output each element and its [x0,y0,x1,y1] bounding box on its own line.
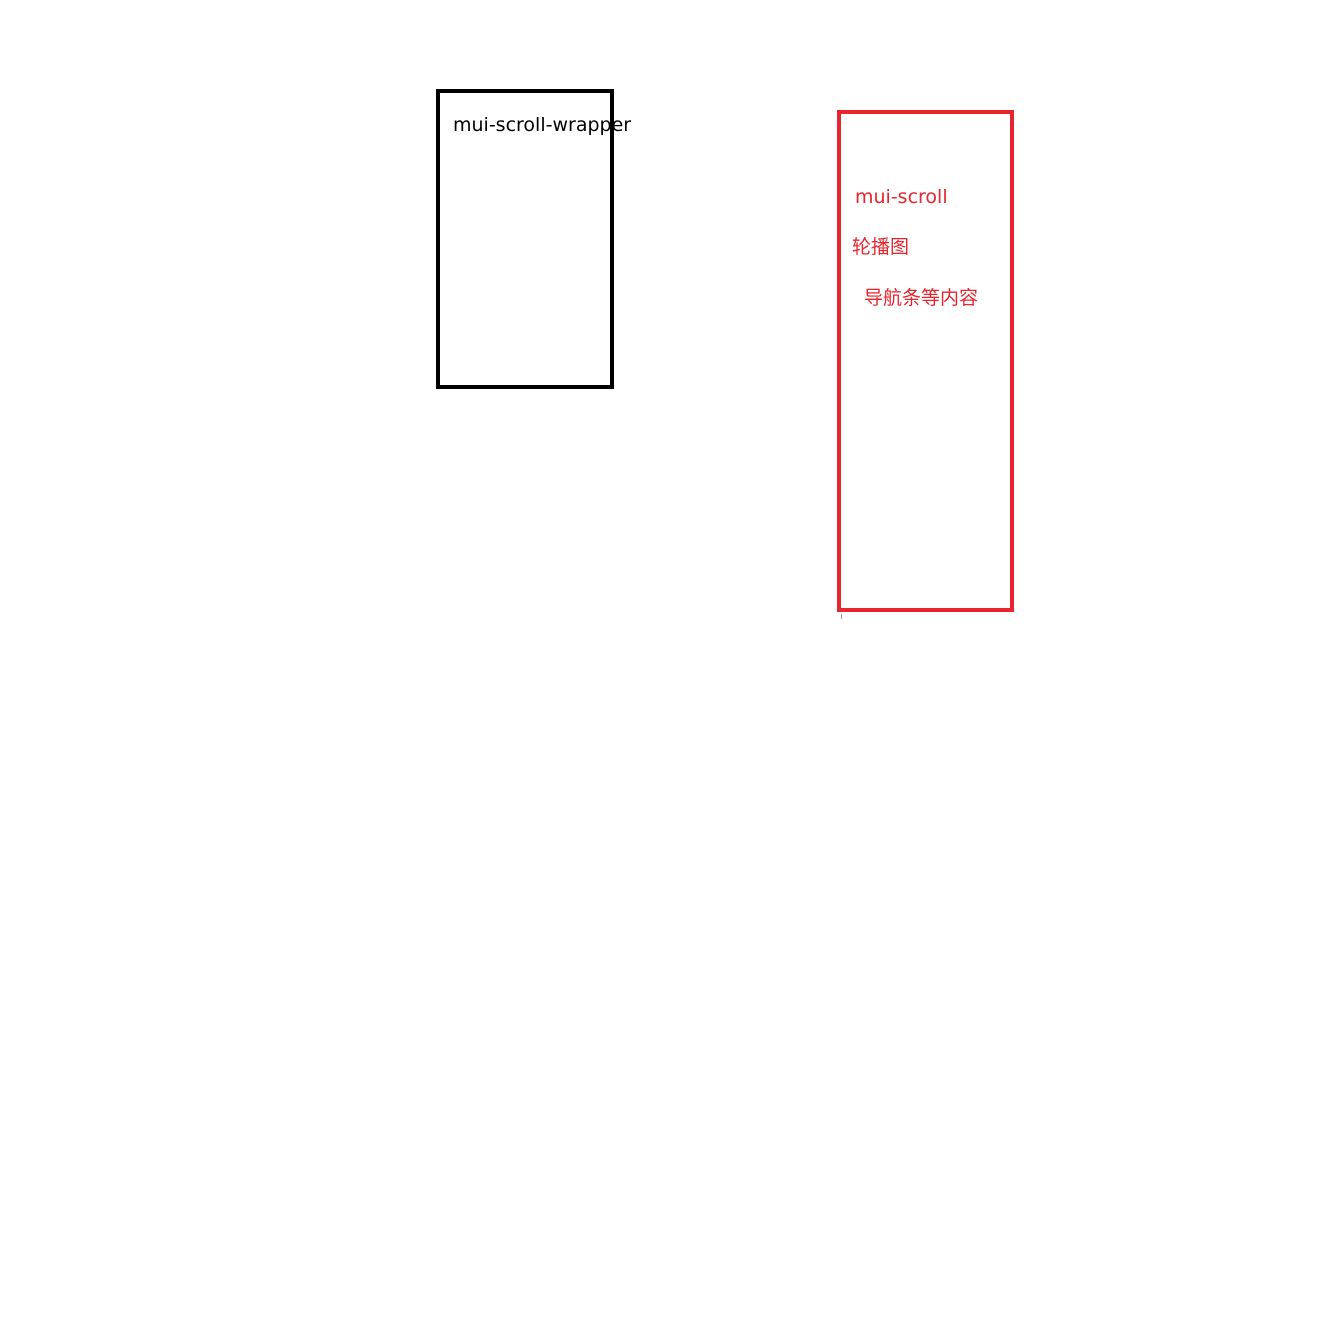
nav-content-label: 导航条等内容 [864,287,979,309]
scroll-content-label: mui-scroll [855,186,948,208]
stray-tick-mark [841,614,842,619]
scroll-wrapper-label: mui-scroll-wrapper [453,114,632,136]
carousel-label: 轮播图 [852,236,910,258]
